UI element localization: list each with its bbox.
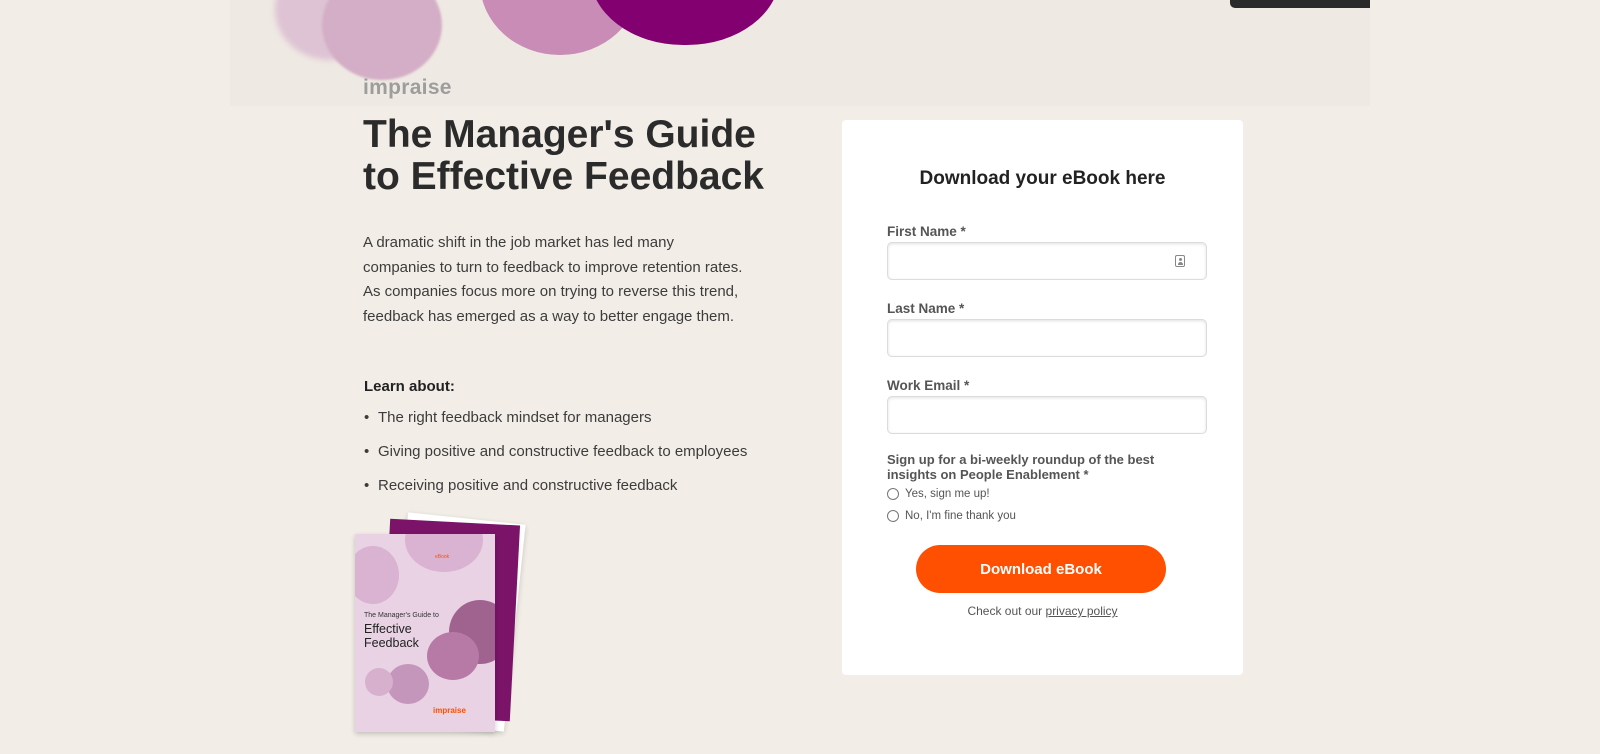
cover-blob (405, 534, 483, 572)
first-name-label: First Name * (887, 224, 966, 239)
last-name-input[interactable] (887, 319, 1207, 357)
newsletter-option-no[interactable]: No, I'm fine thank you (886, 510, 1016, 522)
required-asterisk: * (960, 224, 966, 239)
download-form-card: Download your eBook here First Name * La… (842, 120, 1243, 675)
list-item-text: Receiving positive and constructive feed… (378, 477, 678, 494)
ebook-cover-image: eBook The Manager's Guide to Effective F… (355, 512, 555, 738)
list-item: • Giving positive and constructive feedba… (364, 442, 747, 476)
newsletter-option-yes[interactable]: Yes, sign me up! (886, 488, 990, 500)
newsletter-no-label: No, I'm fine thank you (905, 510, 1016, 522)
intro-line: companies to turn to feedback to improve… (363, 258, 743, 276)
list-item: • Receiving positive and constructive fee… (364, 476, 747, 510)
work-email-label-text: Work Email (887, 378, 961, 393)
contact-card-icon[interactable] (1175, 255, 1185, 267)
list-item-text: The right feedback mindset for managers (378, 409, 652, 426)
decorative-blob (322, 0, 442, 80)
cover-blob (387, 664, 429, 704)
cover-blob (427, 632, 479, 680)
learn-about-list: • The right feedback mindset for managers… (364, 408, 747, 510)
privacy-prefix: Check out our (967, 604, 1043, 618)
work-email-label: Work Email * (887, 378, 969, 393)
required-asterisk: * (959, 301, 965, 316)
newsletter-yes-label: Yes, sign me up! (905, 488, 990, 500)
bullet-dot: • (364, 477, 370, 494)
first-name-label-text: First Name (887, 224, 957, 239)
page-title: The Manager's Guide to Effective Feedbac… (363, 114, 803, 198)
privacy-notice: Check out our privacy policy (842, 604, 1243, 618)
list-item: • The right feedback mindset for managers (364, 408, 747, 442)
newsletter-yes-radio[interactable] (887, 488, 899, 500)
cover-tag: eBook (435, 554, 450, 560)
intro-line: As companies focus more on trying to rev… (363, 283, 739, 300)
download-ebook-button[interactable]: Download eBook (916, 545, 1166, 593)
page-title-line: to Effective Feedback (363, 155, 764, 198)
intro-line: feedback has emerged as a way to better … (363, 307, 735, 325)
ebook-front-cover: eBook The Manager's Guide to Effective F… (355, 534, 495, 732)
newsletter-question-text: Sign up for a bi-weekly roundup of the b… (887, 452, 1155, 482)
required-asterisk: * (964, 378, 970, 393)
first-name-input[interactable] (887, 242, 1207, 280)
newsletter-question: Sign up for a bi-weekly roundup of the b… (887, 452, 1187, 482)
required-asterisk: * (1083, 466, 1089, 482)
cover-title: Effective Feedback (364, 622, 419, 650)
cover-title-line: Effective (364, 622, 412, 636)
cover-subtitle: The Manager's Guide to (364, 612, 439, 619)
cover-title-line: Feedback (364, 636, 419, 650)
impraise-logo[interactable]: impraise (363, 76, 452, 100)
intro-line: A dramatic shift in the job market has l… (363, 234, 674, 251)
list-item-text: Giving positive and constructive feedbac… (378, 443, 748, 460)
intro-paragraph: A dramatic shift in the job market has l… (363, 231, 763, 329)
bullet-dot: • (364, 409, 370, 426)
learn-about-heading: Learn about: (364, 378, 455, 395)
decorative-blob (590, 0, 780, 45)
embedded-video-frame[interactable] (1230, 0, 1370, 8)
cover-blob (365, 668, 393, 696)
cover-blob (355, 546, 399, 604)
newsletter-no-radio[interactable] (887, 510, 899, 522)
bullet-dot: • (364, 443, 370, 460)
page-title-line: The Manager's Guide (363, 113, 756, 156)
cover-brand-logo: impraise (433, 706, 466, 715)
privacy-policy-link[interactable]: privacy policy (1046, 604, 1118, 618)
last-name-label-text: Last Name (887, 301, 956, 316)
form-heading: Download your eBook here (919, 168, 1166, 189)
work-email-input[interactable] (887, 396, 1207, 434)
last-name-label: Last Name * (887, 301, 964, 316)
